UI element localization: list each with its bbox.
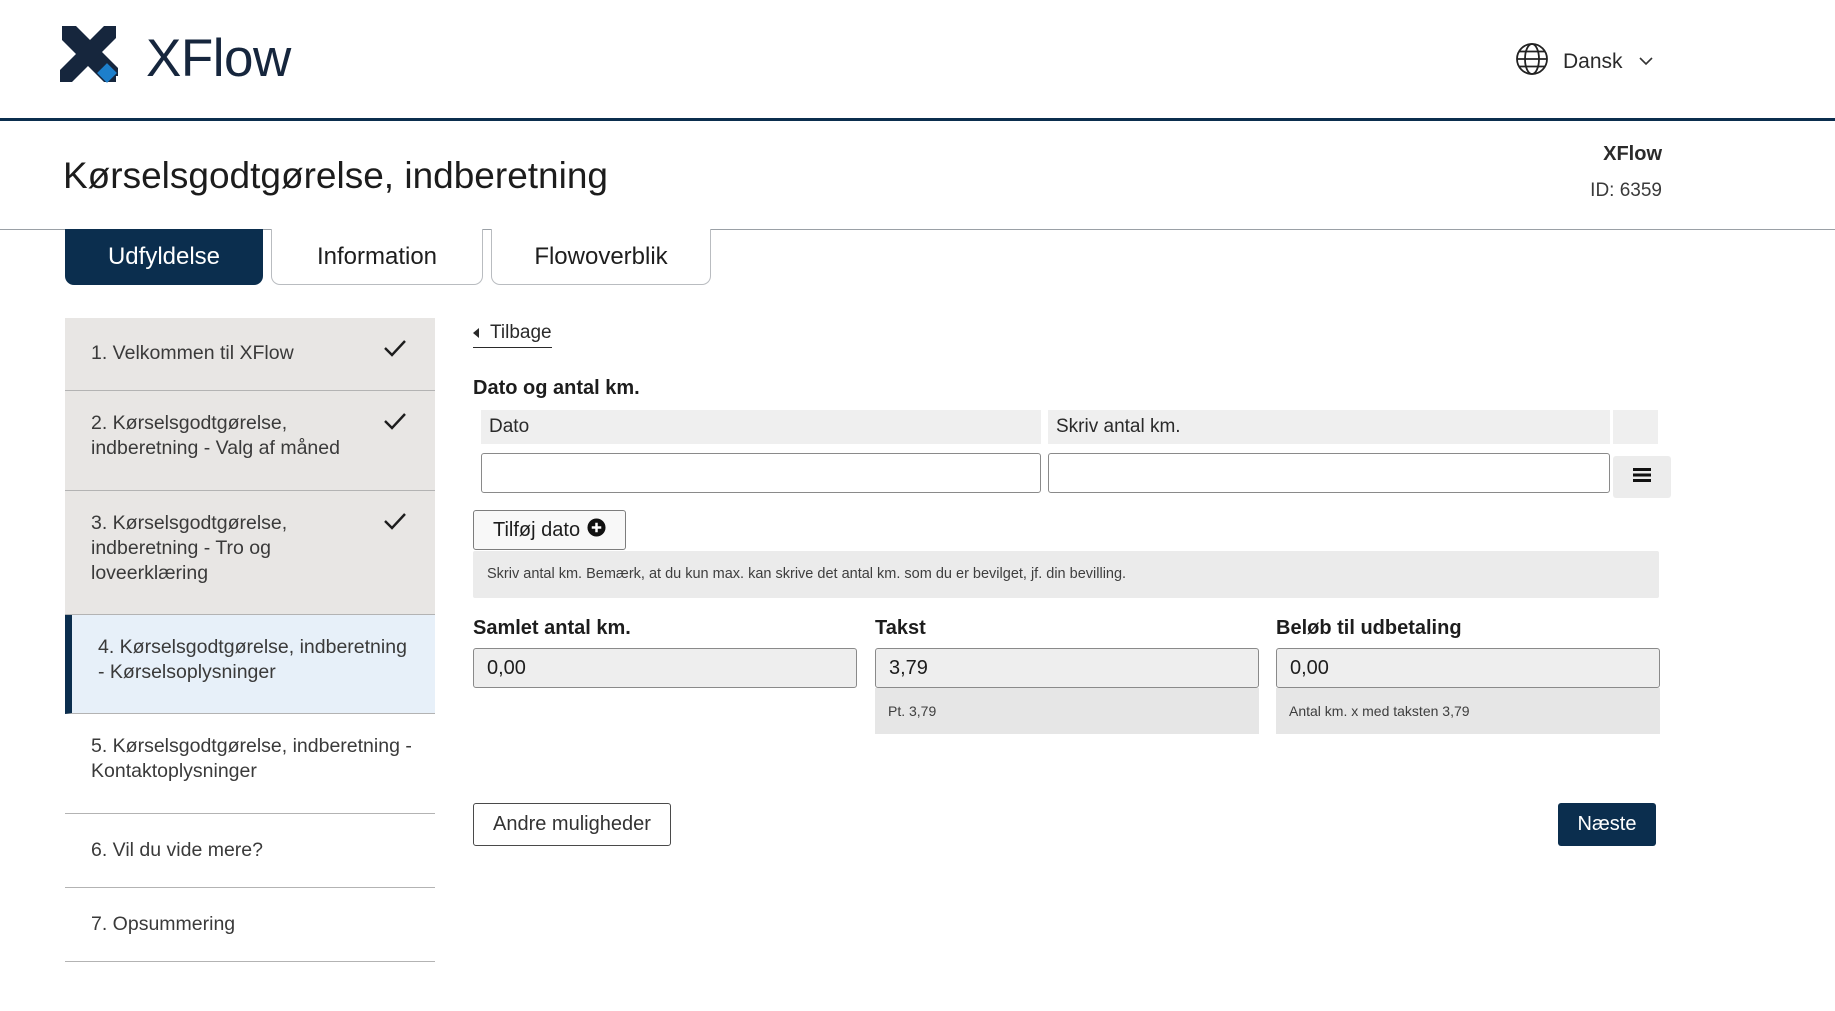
section-label: Dato og antal km.	[473, 377, 640, 399]
top-header: XFlow Dansk	[0, 0, 1835, 121]
language-selector[interactable]: Dansk	[1515, 42, 1653, 81]
tab-bar: Udfyldelse Information Flowoverblik	[65, 229, 719, 285]
rate-label: Takst	[875, 617, 926, 639]
xflow-logo-icon	[58, 26, 122, 90]
step-item-4[interactable]: 4. Kørselsgodtgørelse, indberetning - Kø…	[65, 615, 435, 714]
step-label: 1. Velkommen til XFlow	[91, 342, 294, 364]
caret-left-icon	[473, 328, 479, 338]
step-list: 1. Velkommen til XFlow 2. Kørselsgodtgør…	[65, 318, 435, 962]
step-item-2[interactable]: 2. Kørselsgodtgørelse, indberetning - Va…	[65, 391, 435, 491]
step-item-3[interactable]: 3. Kørselsgodtgørelse, indberetning - Tr…	[65, 491, 435, 615]
logo[interactable]: XFlow	[58, 26, 291, 90]
tab-information[interactable]: Information	[271, 229, 483, 285]
row-menu-button[interactable]	[1613, 456, 1671, 498]
step-item-6[interactable]: 6. Vil du vide mere?	[65, 814, 435, 888]
check-icon	[383, 511, 407, 538]
column-header-km: Skriv antal km.	[1048, 410, 1610, 444]
km-input[interactable]	[1048, 453, 1610, 493]
page-title: Kørselsgodtgørelse, indberetning	[63, 155, 609, 196]
globe-icon	[1515, 42, 1549, 81]
app-name: XFlow	[1603, 143, 1662, 165]
step-label: 7. Opsummering	[91, 913, 236, 935]
step-label: 5. Kørselsgodtgørelse, indberetning - Ko…	[91, 735, 412, 782]
payout-help-text: Antal km. x med taksten 3,79	[1276, 688, 1660, 734]
payout-field: 0,00	[1276, 648, 1660, 688]
step-item-5[interactable]: 5. Kørselsgodtgørelse, indberetning - Ko…	[65, 714, 435, 814]
rate-field: 3,79	[875, 648, 1259, 688]
add-date-button[interactable]: Tilføj dato	[473, 510, 627, 550]
title-band: Kørselsgodtgørelse, indberetning XFlow I…	[0, 121, 1835, 230]
hamburger-menu-icon	[1633, 467, 1651, 488]
column-header-actions	[1613, 410, 1658, 444]
payout-label: Beløb til udbetaling	[1276, 617, 1462, 639]
chevron-down-icon	[1638, 53, 1653, 71]
tab-flowoverblik[interactable]: Flowoverblik	[491, 229, 711, 285]
add-date-label: Tilføj dato	[493, 518, 581, 541]
other-options-button[interactable]: Andre muligheder	[473, 803, 671, 846]
next-button[interactable]: Næste	[1558, 803, 1656, 846]
back-label: Tilbage	[490, 322, 552, 343]
km-hint-text: Skriv antal km. Bemærk, at du kun max. k…	[473, 551, 1659, 598]
step-label: 6. Vil du vide mere?	[91, 839, 263, 861]
total-km-field: 0,00	[473, 648, 857, 688]
step-label: 4. Kørselsgodtgørelse, indberetning - Kø…	[98, 636, 407, 683]
column-header-date: Dato	[481, 410, 1041, 444]
step-label: 2. Kørselsgodtgørelse, indberetning - Va…	[91, 412, 340, 459]
tab-udfyldelse[interactable]: Udfyldelse	[65, 229, 263, 285]
step-item-1[interactable]: 1. Velkommen til XFlow	[65, 318, 435, 391]
check-icon	[383, 411, 407, 438]
case-id: ID: 6359	[1590, 180, 1662, 201]
logo-text: XFlow	[146, 28, 291, 88]
total-km-label: Samlet antal km.	[473, 617, 631, 639]
step-item-7[interactable]: 7. Opsummering	[65, 888, 435, 962]
step-label: 3. Kørselsgodtgørelse, indberetning - Tr…	[91, 512, 288, 584]
language-label: Dansk	[1563, 49, 1623, 73]
plus-circle-icon	[580, 517, 606, 543]
rate-help-text: Pt. 3,79	[875, 688, 1259, 734]
check-icon	[383, 338, 407, 365]
back-link[interactable]: Tilbage	[473, 322, 552, 348]
case-meta: XFlow ID: 6359	[1590, 143, 1662, 202]
date-input[interactable]	[481, 453, 1041, 493]
